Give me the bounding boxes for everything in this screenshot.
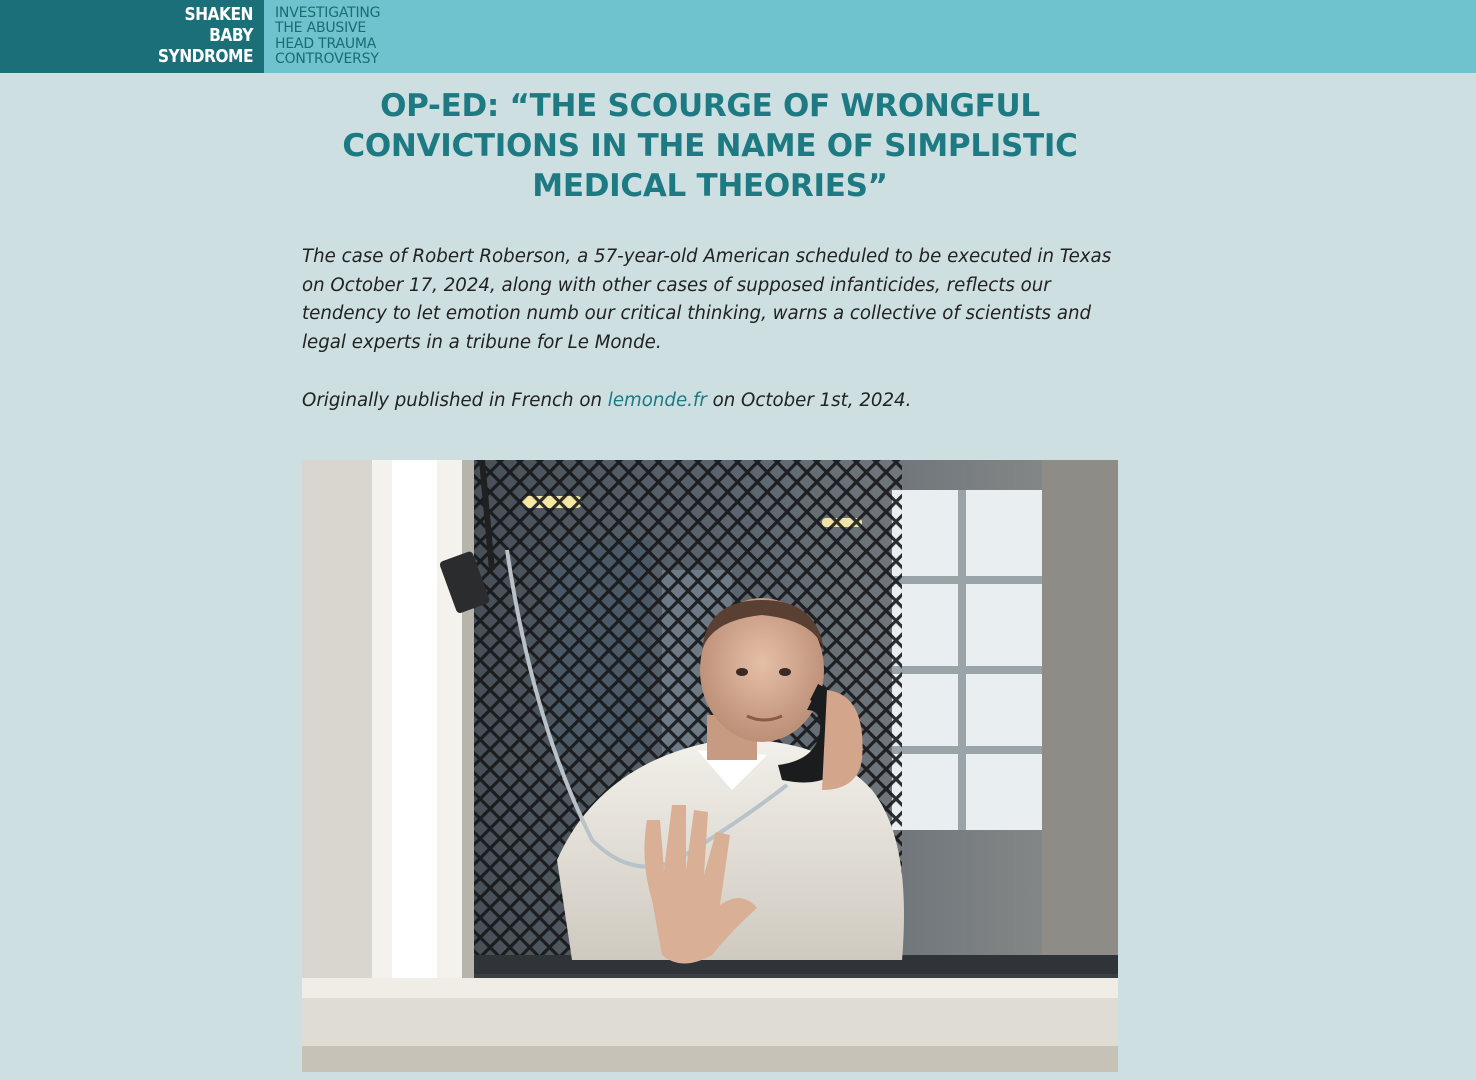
logo-line: BABY (209, 25, 253, 46)
site-logo[interactable]: SHAKEN BABY SYNDROME (0, 0, 264, 73)
logo-line: SHAKEN (184, 4, 253, 25)
title-line: OP-ED: “THE SCOURGE OF WRONGFUL (380, 88, 1040, 124)
site-header: SHAKEN BABY SYNDROME INVESTIGATING THE A… (0, 0, 1476, 73)
tagline-line: CONTROVERSY (275, 51, 379, 68)
logo-wordmark: SHAKEN BABY SYNDROME (81, 4, 254, 67)
title-line: MEDICAL THEORIES” (532, 168, 888, 204)
article-title: OP-ED: “THE SCOURGE OF WRONGFUL CONVICTI… (330, 86, 1090, 206)
tagline-line: INVESTIGATING (275, 5, 381, 21)
tagline-line: THE ABUSIVE (275, 20, 367, 37)
photo-illustration (302, 460, 1118, 1072)
logo-line: SYNDROME (157, 46, 254, 67)
lemonde-link[interactable]: lemonde.fr (608, 390, 707, 411)
title-line: CONVICTIONS IN THE NAME OF SIMPLISTIC (342, 128, 1078, 164)
article-photo (302, 460, 1118, 1072)
site-tagline: INVESTIGATING THE ABUSIVE HEAD TRAUMA CO… (275, 5, 381, 68)
publication-note: Originally published in French on lemond… (302, 387, 1122, 416)
article-lede: The case of Robert Roberson, a 57-year-o… (302, 246, 1112, 354)
tagline-line: HEAD TRAUMA (275, 35, 377, 52)
publication-suffix: on October 1st, 2024. (706, 390, 912, 411)
publication-prefix: Originally published in French on (302, 390, 608, 411)
